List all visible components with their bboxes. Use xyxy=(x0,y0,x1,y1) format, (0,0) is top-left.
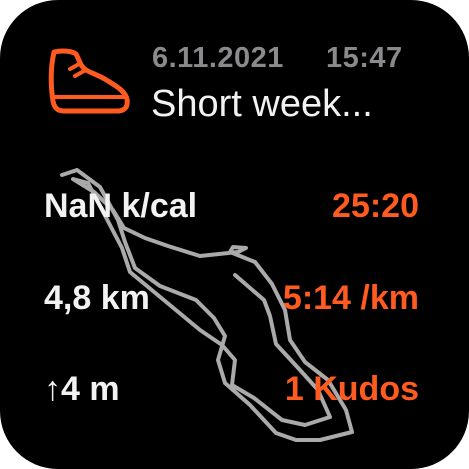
activity-date: 6.11.2021 xyxy=(152,42,284,74)
distance-value: 4,8 km xyxy=(44,279,150,317)
activity-card[interactable]: 6.11.2021 15:47 Short week... NaN k/cal … xyxy=(0,0,469,469)
activity-time: 15:47 xyxy=(326,42,403,74)
pace-value: 5:14 /km xyxy=(282,279,419,317)
duration-value: 25:20 xyxy=(332,187,419,225)
running-shoe-icon xyxy=(48,48,130,114)
calories-value: NaN k/cal xyxy=(44,187,198,225)
kudos-value: 1 Kudos xyxy=(284,370,419,408)
activity-title: Short week... xyxy=(151,83,373,125)
elevation-value: ↑4 m xyxy=(44,370,120,408)
